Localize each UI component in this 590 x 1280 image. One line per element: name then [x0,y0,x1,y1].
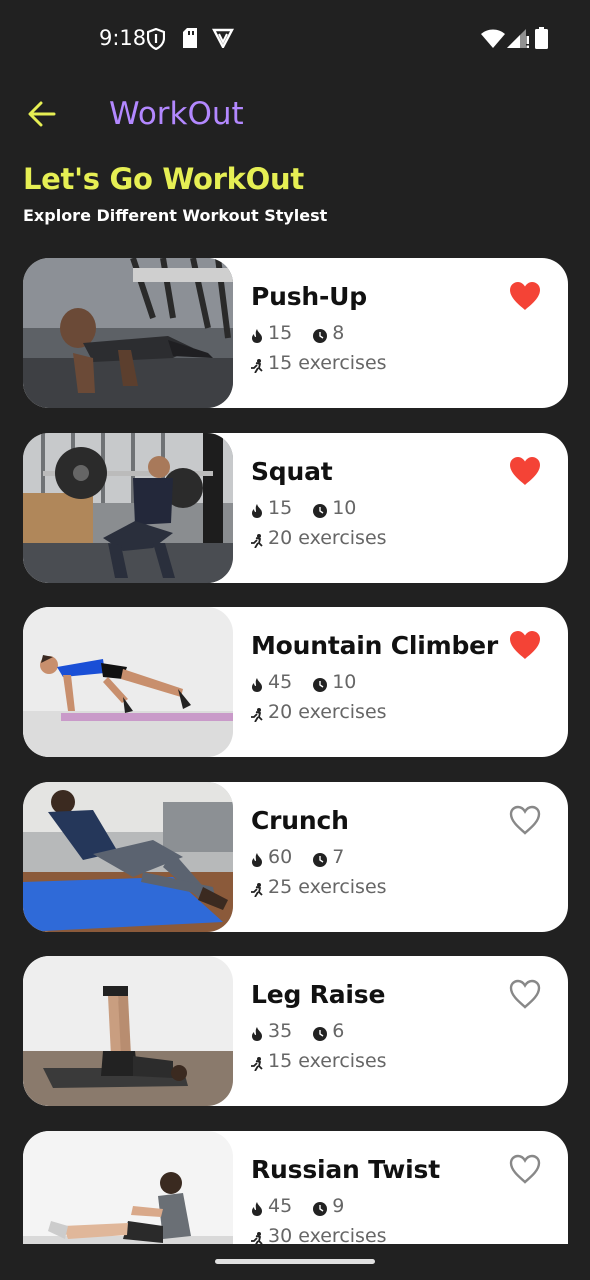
crunch-photo [23,782,233,932]
clock-icon [313,1024,328,1041]
exercise-count-row: 30 exercises [251,1225,387,1244]
workout-card[interactable]: Crunch 60 7 25 exercises [23,782,568,932]
workout-stats: 45 9 [251,1195,344,1217]
flame-icon [251,850,263,867]
exercise-count: 20 exercises [268,701,387,723]
exercise-count: 25 exercises [268,876,387,898]
runner-icon [251,356,263,374]
exercise-count: 15 exercises [268,1050,387,1072]
russian-twist-photo [23,1131,233,1244]
exercise-count-row: 20 exercises [251,701,387,723]
status-bar: 9:18 [0,0,590,78]
battery-icon [535,27,548,54]
clock-icon [313,1199,328,1216]
runner-icon [251,1054,263,1072]
minutes-value: 10 [332,671,357,693]
calories-value: 45 [268,671,293,693]
minutes-value: 10 [332,497,357,519]
calories-value: 45 [268,1195,293,1217]
squat-photo [23,433,233,583]
mountain-climber-photo [23,607,233,757]
heart-filled-icon [508,457,542,491]
clock-icon [313,326,328,343]
workout-card[interactable]: Mountain Climber 45 10 20 exercises [23,607,568,757]
workout-name: Leg Raise [251,980,386,1009]
flame-icon [251,1199,263,1216]
back-button[interactable] [24,98,60,134]
workout-card[interactable]: Squat 15 10 20 exercises [23,433,568,583]
workout-stats: 45 10 [251,671,356,693]
exercise-count-row: 15 exercises [251,352,387,374]
minutes-value: 6 [332,1020,345,1042]
workout-name: Russian Twist [251,1155,440,1184]
home-indicator[interactable] [215,1259,375,1264]
workout-stats: 35 6 [251,1020,344,1042]
app-title: WorkOut [109,96,244,132]
wifi-icon [481,29,505,53]
calories-value: 15 [268,322,293,344]
favorite-button[interactable] [508,455,542,487]
exercise-count-row: 15 exercises [251,1050,387,1072]
leg-raise-photo [23,956,233,1106]
signal-icon [507,29,529,53]
heart-filled-icon [508,282,542,316]
exercise-count-row: 25 exercises [251,876,387,898]
clock-icon [313,501,328,518]
workout-card[interactable]: Russian Twist 45 9 30 exercises [23,1131,568,1244]
clock-icon [313,675,328,692]
favorite-button[interactable] [508,804,542,836]
runner-icon [251,705,263,723]
flame-icon [251,501,263,518]
workout-name: Push-Up [251,282,367,311]
workout-name: Squat [251,457,333,486]
workout-card[interactable]: Leg Raise 35 6 15 exercises [23,956,568,1106]
favorite-button[interactable] [508,280,542,312]
calories-value: 35 [268,1020,293,1042]
flame-icon [251,675,263,692]
runner-icon [251,1229,263,1244]
arrow-left-icon [27,101,57,132]
page-heading: Let's Go WorkOut [23,162,304,196]
exercise-count-row: 20 exercises [251,527,387,549]
heart-outline-icon [508,979,542,1014]
runner-icon [251,531,263,549]
exercise-count: 15 exercises [268,352,387,374]
minutes-value: 9 [332,1195,345,1217]
shield-icon [146,27,166,55]
heart-outline-icon [508,1154,542,1189]
exercise-count: 30 exercises [268,1225,387,1244]
workout-stats: 15 10 [251,497,356,519]
page-subheading: Explore Different Workout Stylest [23,206,328,225]
status-time: 9:18 [99,26,147,50]
minutes-value: 8 [332,322,345,344]
sd-card-icon [182,28,198,53]
workout-stats: 15 8 [251,322,344,344]
heart-outline-icon [508,805,542,840]
workout-name: Crunch [251,806,349,835]
exercise-count: 20 exercises [268,527,387,549]
push-up-photo [23,258,233,408]
calories-value: 15 [268,497,293,519]
workout-card[interactable]: Push-Up 15 8 15 exercises [23,258,568,408]
vpn-icon [212,28,234,53]
favorite-button[interactable] [508,629,542,661]
workout-stats: 60 7 [251,846,344,868]
favorite-button[interactable] [508,1153,542,1185]
calories-value: 60 [268,846,293,868]
minutes-value: 7 [332,846,345,868]
workout-name: Mountain Climber [251,631,499,660]
flame-icon [251,1024,263,1041]
workout-list[interactable]: Push-Up 15 8 15 exercises Squat 15 10 20… [23,258,568,1244]
clock-icon [313,850,328,867]
flame-icon [251,326,263,343]
runner-icon [251,880,263,898]
favorite-button[interactable] [508,978,542,1010]
heart-filled-icon [508,631,542,665]
